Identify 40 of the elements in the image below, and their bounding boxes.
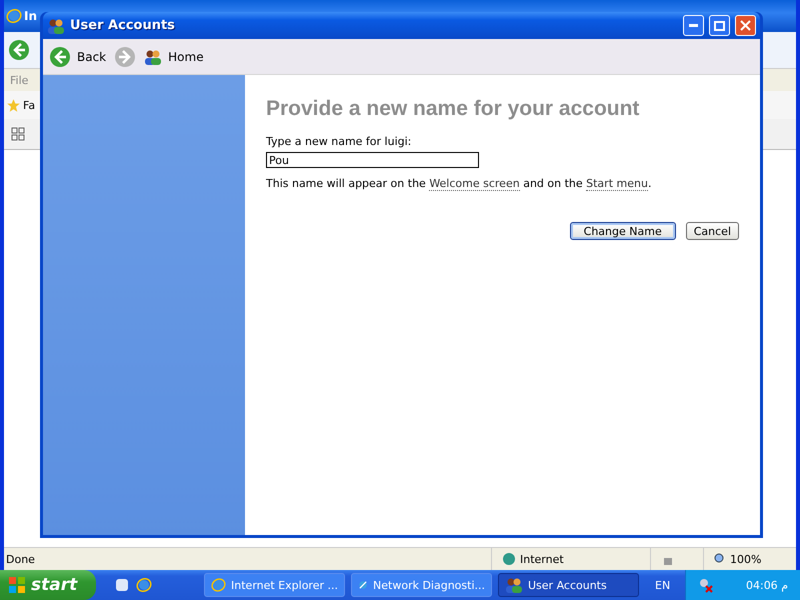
browser-icon <box>136 577 152 593</box>
star-icon <box>6 98 21 112</box>
zone-text: Internet <box>520 552 564 566</box>
link[interactable]: Start menu <box>586 177 648 191</box>
zoom-icon <box>714 553 726 565</box>
minimize-icon <box>689 24 698 27</box>
name-field[interactable]: Pou <box>266 152 479 168</box>
note-text: This name will appear on the Welcome screen and on the Start menu. <box>266 177 652 190</box>
zoom-level[interactable]: 100% <box>730 552 762 566</box>
tabs-grid-icon[interactable] <box>10 126 26 142</box>
users-icon <box>144 48 162 64</box>
start-button[interactable]: start <box>0 570 96 600</box>
browser-icon <box>6 8 22 24</box>
maximize-icon <box>714 20 725 30</box>
status-text: Done <box>6 552 36 566</box>
favorites-label[interactable]: Fa <box>23 98 36 112</box>
back-button[interactable]: Back <box>49 46 106 68</box>
maximize-button[interactable] <box>709 15 730 36</box>
window-title: User Accounts <box>70 18 176 33</box>
close-icon <box>740 20 751 31</box>
page-heading: Provide a new name for your account <box>266 97 640 121</box>
field-label: Type a new name for luigi: <box>266 135 412 148</box>
users-icon <box>505 577 523 593</box>
language-indicator[interactable]: EN <box>655 578 670 592</box>
minimize-button[interactable] <box>683 15 704 36</box>
windows-logo-icon <box>8 576 26 594</box>
network-error-icon[interactable] <box>698 577 714 593</box>
change-name-button[interactable]: Change Name <box>570 222 676 240</box>
taskbar-button[interactable]: User Accounts <box>498 573 639 597</box>
window-title: In <box>24 9 38 23</box>
close-button[interactable] <box>735 15 756 36</box>
users-icon <box>47 18 65 34</box>
clock: 04:06 م <box>746 578 788 592</box>
link[interactable]: Welcome screen <box>429 177 520 191</box>
browser-icon <box>211 577 226 593</box>
taskbar-button[interactable]: Internet Explorer ... <box>204 573 345 597</box>
taskbar-button[interactable]: Network Diagnosti... <box>351 573 492 597</box>
globe-icon <box>502 552 516 566</box>
home-button[interactable]: Home <box>144 48 204 64</box>
cancel-button[interactable]: Cancel <box>686 222 739 240</box>
